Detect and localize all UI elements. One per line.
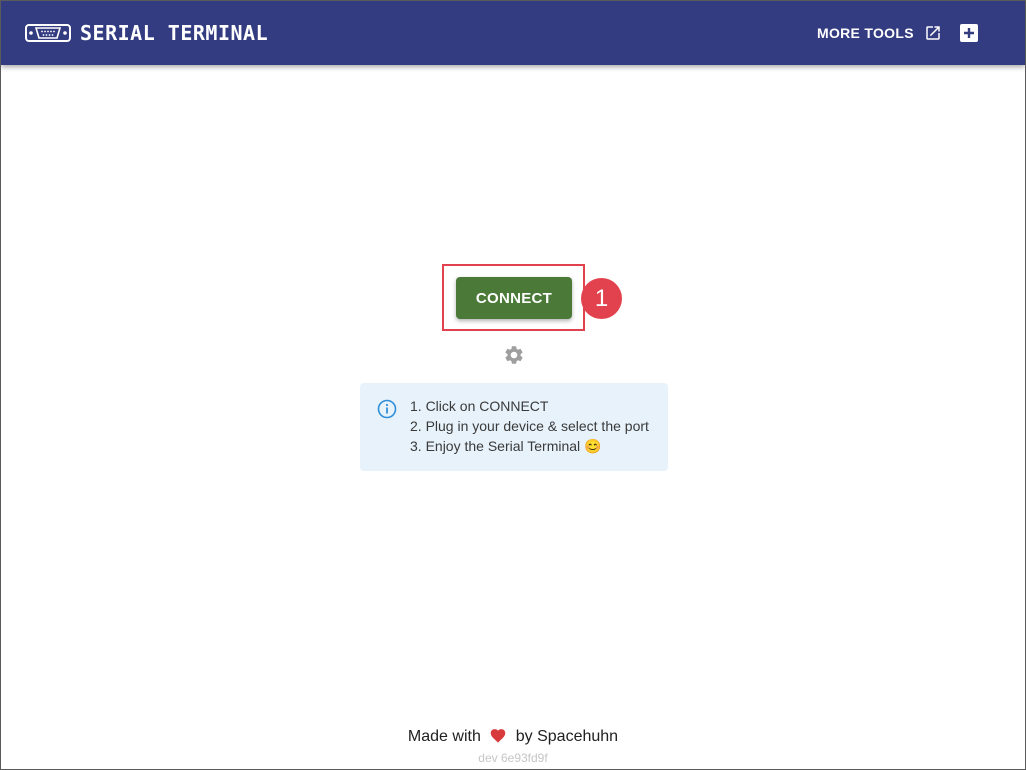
instruction-step-2: 2. Plug in your device & select the port — [410, 418, 649, 434]
more-tools-label: MORE TOOLS — [817, 25, 914, 41]
instruction-step-1: 1. Click on CONNECT — [410, 398, 549, 414]
settings-button[interactable] — [501, 342, 527, 368]
app-window: SERIAL TERMINAL MORE TOOLS CONNECT 1 1. … — [0, 0, 1026, 770]
app-bar: SERIAL TERMINAL MORE TOOLS — [1, 1, 1025, 65]
footer-credit: Made with by Spacehuhn — [1, 726, 1025, 748]
gear-icon — [505, 346, 523, 364]
connect-button[interactable]: CONNECT — [456, 277, 572, 319]
info-icon — [377, 399, 397, 419]
heart-icon — [491, 729, 506, 743]
app-title: SERIAL TERMINAL — [80, 21, 269, 45]
author-link[interactable]: by Spacehuhn — [516, 728, 618, 745]
instructions-alert: 1. Click on CONNECT 2. Plug in your devi… — [360, 383, 668, 471]
open-in-new-icon — [926, 26, 940, 40]
serial-port-icon — [25, 24, 71, 42]
instruction-step-3: 3. Enjoy the Serial Terminal 😊 — [410, 438, 602, 454]
instruction-list: 1. Click on CONNECT 2. Plug in your devi… — [410, 396, 649, 456]
step-number-badge: 1 — [581, 278, 622, 319]
add-terminal-button[interactable] — [953, 17, 985, 49]
plus-box-icon — [960, 24, 978, 42]
version-label: dev 6e93fd9f — [478, 751, 548, 765]
more-tools-link[interactable]: MORE TOOLS — [809, 17, 950, 49]
made-with-text: Made with — [407, 728, 481, 745]
